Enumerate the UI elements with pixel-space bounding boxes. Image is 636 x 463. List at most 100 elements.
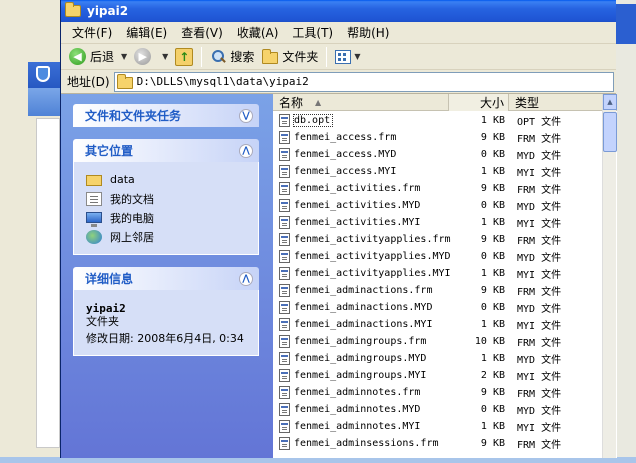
file-row[interactable]: fenmei_admingroups.frm 10 KB FRM 文件 — [273, 333, 617, 350]
file-name: fenmei_adminnotes.MYI — [294, 421, 423, 432]
address-bar: 地址(D) D:\DLLS\mysql1\data\yipai2 — [61, 70, 616, 94]
title-bar[interactable]: yipai2 — [61, 0, 616, 22]
file-name: fenmei_activityapplies.MYI — [294, 268, 453, 279]
file-row[interactable]: fenmei_adminsessions.frm 9 KB FRM 文件 — [273, 435, 617, 452]
file-name-cell: fenmei_access.MYD — [273, 148, 449, 161]
file-icon — [279, 335, 290, 348]
toolbar: ◀ 后退 ▼ ▶ ▼ ↑ 搜索 文件夹 ▼ — [61, 44, 616, 70]
file-row[interactable]: fenmei_activities.frm 9 KB FRM 文件 — [273, 180, 617, 197]
file-icon — [279, 148, 290, 161]
column-type[interactable]: 类型 — [509, 94, 609, 111]
file-size: 0 KB — [480, 200, 505, 211]
places-header[interactable]: 其它位置 ⋀ — [73, 139, 259, 162]
file-row[interactable]: fenmei_activityapplies.MYD 0 KB MYD 文件 — [273, 248, 617, 265]
column-size[interactable]: 大小 — [449, 94, 509, 111]
back-dropdown-icon[interactable]: ▼ — [121, 52, 127, 61]
views-button[interactable]: ▼ — [331, 46, 367, 68]
file-row[interactable]: fenmei_activityapplies.frm 9 KB FRM 文件 — [273, 231, 617, 248]
up-button[interactable]: ↑ — [171, 46, 197, 68]
file-name-cell: fenmei_adminsessions.frm — [273, 437, 449, 450]
file-type: MYD 文件 — [517, 151, 562, 162]
file-name-cell: fenmei_adminnotes.frm — [273, 386, 449, 399]
file-type: MYI 文件 — [517, 219, 562, 230]
folders-label: 文件夹 — [282, 50, 319, 64]
scroll-up-icon[interactable]: ▲ — [603, 94, 617, 110]
details-header[interactable]: 详细信息 ⋀ — [73, 267, 259, 290]
collapse-icon[interactable]: ⋀ — [239, 271, 253, 286]
background-right-panel — [614, 0, 636, 463]
menu-file[interactable]: 文件(F) — [67, 24, 121, 41]
file-name: db.opt — [292, 114, 334, 127]
menu-view[interactable]: 查看(V) — [176, 24, 232, 41]
file-name: fenmei_admingroups.frm — [294, 336, 429, 347]
file-type: MYI 文件 — [517, 270, 562, 281]
place-label: 我的电脑 — [110, 211, 154, 225]
file-name-cell: fenmei_access.frm — [273, 131, 449, 144]
forward-button[interactable]: ▶ — [130, 46, 159, 68]
file-row[interactable]: fenmei_admingroups.MYI 2 KB MYI 文件 — [273, 367, 617, 384]
tasks-header[interactable]: 文件和文件夹任务 ⋁ — [73, 104, 259, 127]
place-data[interactable]: data — [86, 170, 246, 189]
file-icon — [279, 182, 290, 195]
file-name: fenmei_access.MYD — [294, 149, 399, 160]
file-row[interactable]: fenmei_activities.MYD 0 KB MYD 文件 — [273, 197, 617, 214]
file-icon — [279, 250, 290, 263]
file-row[interactable]: fenmei_activities.MYI 1 KB MYI 文件 — [273, 214, 617, 231]
file-row[interactable]: fenmei_admingroups.MYD 1 KB MYD 文件 — [273, 350, 617, 367]
address-input[interactable]: D:\DLLS\mysql1\data\yipai2 — [113, 71, 614, 92]
column-name[interactable]: 名称 ▲ — [273, 94, 449, 111]
file-row[interactable]: fenmei_adminactions.frm 9 KB FRM 文件 — [273, 282, 617, 299]
file-size: 1 KB — [480, 166, 505, 177]
folders-button[interactable]: 文件夹 — [258, 46, 322, 68]
menu-favorites[interactable]: 收藏(A) — [232, 24, 288, 41]
menu-edit[interactable]: 编辑(E) — [121, 24, 176, 41]
file-name: fenmei_adminactions.MYD — [294, 302, 435, 313]
file-icon — [279, 284, 290, 297]
file-row[interactable]: fenmei_access.frm 9 KB FRM 文件 — [273, 129, 617, 146]
place-network[interactable]: 网上邻居 — [86, 227, 246, 246]
scroll-thumb[interactable] — [603, 112, 617, 152]
task-pane: 文件和文件夹任务 ⋁ 其它位置 ⋀ data 我的文档 我的电脑 网上邻居 详细… — [61, 94, 273, 458]
my-documents-icon — [86, 191, 102, 206]
file-name: fenmei_activityapplies.MYD — [294, 251, 453, 262]
file-size: 2 KB — [480, 370, 505, 381]
file-name: fenmei_access.MYI — [294, 166, 399, 177]
file-row[interactable]: fenmei_access.MYI 1 KB MYI 文件 — [273, 163, 617, 180]
file-icon — [279, 199, 290, 212]
file-size: 9 KB — [480, 285, 505, 296]
file-icon — [279, 420, 290, 433]
place-my-documents[interactable]: 我的文档 — [86, 189, 246, 208]
expand-icon[interactable]: ⋁ — [239, 108, 253, 123]
place-label: data — [110, 173, 135, 186]
file-name-cell: fenmei_admingroups.MYD — [273, 352, 449, 365]
file-name-cell: fenmei_activityapplies.MYD — [273, 250, 453, 263]
file-name: fenmei_adminsessions.frm — [294, 438, 441, 449]
file-row[interactable]: fenmei_activityapplies.MYI 1 KB MYI 文件 — [273, 265, 617, 282]
place-label: 网上邻居 — [110, 230, 154, 244]
file-row[interactable]: fenmei_access.MYD 0 KB MYD 文件 — [273, 146, 617, 163]
file-row[interactable]: fenmei_adminactions.MYD 0 KB MYD 文件 — [273, 299, 617, 316]
place-my-computer[interactable]: 我的电脑 — [86, 208, 246, 227]
file-row[interactable]: fenmei_adminactions.MYI 1 KB MYI 文件 — [273, 316, 617, 333]
folder-icon — [65, 2, 81, 17]
file-row[interactable]: fenmei_adminnotes.frm 9 KB FRM 文件 — [273, 384, 617, 401]
file-size: 9 KB — [480, 387, 505, 398]
menu-tools[interactable]: 工具(T) — [287, 24, 342, 41]
file-size: 0 KB — [480, 302, 505, 313]
menu-help[interactable]: 帮助(H) — [342, 24, 398, 41]
sort-ascending-icon: ▲ — [315, 98, 322, 107]
vertical-scrollbar[interactable]: ▲ — [602, 94, 617, 458]
file-size: 10 KB — [474, 336, 505, 347]
collapse-icon[interactable]: ⋀ — [239, 143, 253, 158]
file-name-cell: fenmei_adminactions.frm — [273, 284, 449, 297]
forward-dropdown-icon[interactable]: ▼ — [162, 52, 168, 61]
file-row[interactable]: fenmei_adminnotes.MYI 1 KB MYI 文件 — [273, 418, 617, 435]
file-row[interactable]: fenmei_adminnotes.MYD 0 KB MYD 文件 — [273, 401, 617, 418]
search-button[interactable]: 搜索 — [206, 46, 258, 68]
back-button[interactable]: ◀ 后退 — [65, 46, 118, 68]
views-dropdown-icon: ▼ — [354, 52, 361, 61]
file-type: FRM 文件 — [517, 236, 562, 247]
details-box: 详细信息 ⋀ yipai2 文件夹 修改日期: 2008年6月4日, 0:34 — [73, 267, 259, 356]
place-label: 我的文档 — [110, 192, 154, 206]
file-row[interactable]: db.opt 1 KB OPT 文件 — [273, 112, 617, 129]
